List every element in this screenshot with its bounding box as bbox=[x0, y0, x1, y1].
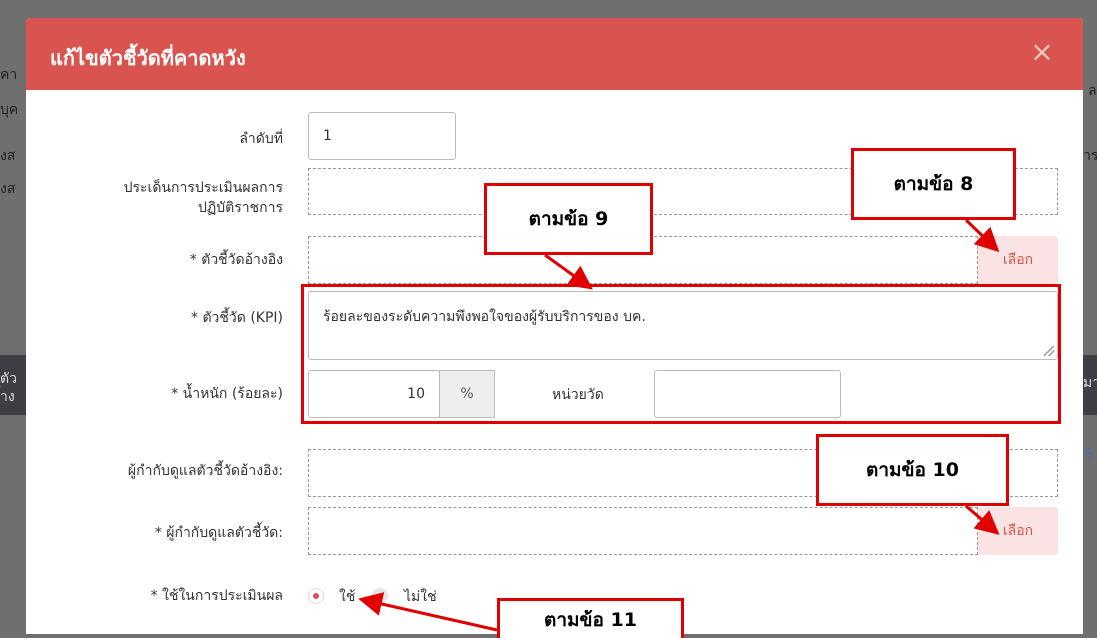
annotation-arrows bbox=[358, 218, 1000, 632]
arrow-item-11 bbox=[358, 592, 498, 632]
arrow-item-8 bbox=[964, 218, 1000, 253]
arrow-item-10 bbox=[965, 504, 1000, 535]
arrow-item-9 bbox=[544, 253, 593, 290]
